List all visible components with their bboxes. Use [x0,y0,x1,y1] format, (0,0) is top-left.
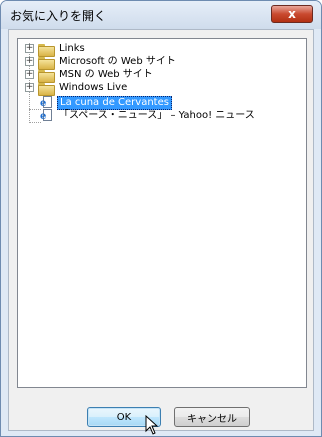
dialog-title: お気に入りを開く [10,9,107,23]
tree-item-label: La cuna de Cervantes [57,95,172,110]
tree-item-label: 「スペース・ニュース」 – Yahoo! ニュース [59,109,255,121]
folder-icon [38,43,55,57]
tree-item-label: Windows Live [59,81,128,93]
folder-icon [38,69,55,83]
folder-icon [38,82,55,96]
open-favorites-dialog: お気に入りを開く x Links + Microsoft の Web サイト + [0,0,322,437]
title-bar[interactable]: お気に入りを開く x [1,1,321,29]
close-button[interactable]: x [271,5,313,23]
folder-icon [38,56,55,70]
tree-item-label: MSN の Web サイト [59,68,153,80]
close-icon: x [288,7,296,21]
tree-item-yahoo-news[interactable]: e 「スペース・ニュース」 – Yahoo! ニュース [40,109,257,122]
ie-page-icon: e [40,109,54,122]
favorites-tree[interactable]: Links + Microsoft の Web サイト + MSN の Web … [17,38,307,388]
tree-connector [29,122,41,123]
tree-item-label: Links [59,42,85,54]
mouse-pointer-icon [145,415,159,435]
tree-item-label: Microsoft の Web サイト [59,55,176,67]
expand-icon[interactable]: + [25,44,34,53]
ie-page-icon: e [40,96,54,109]
tree-item-la-cuna-de-cervantes[interactable]: e La cuna de Cervantes [40,95,172,110]
tree-item-microsoft-websites[interactable]: Microsoft の Web サイト [38,55,178,70]
expand-icon[interactable]: + [25,83,34,92]
expand-icon[interactable]: + [25,57,34,66]
dialog-body: Links + Microsoft の Web サイト + MSN の Web … [8,29,314,431]
cancel-button[interactable]: キャンセル [174,407,250,427]
expand-icon[interactable]: + [25,70,34,79]
tree-item-windows-live[interactable]: Windows Live [38,81,129,96]
tree-item-links[interactable]: Links [38,42,87,57]
tree-item-msn-websites[interactable]: MSN の Web サイト [38,68,155,83]
